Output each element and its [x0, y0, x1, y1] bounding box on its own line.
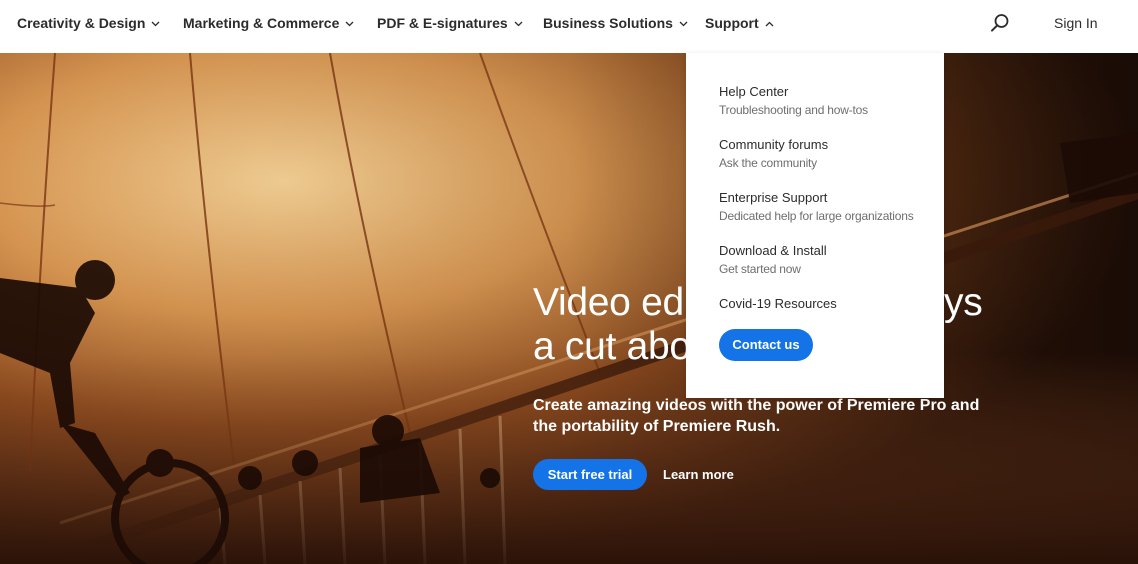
menu-item-title: Help Center	[719, 84, 789, 99]
chevron-down-icon	[514, 0, 523, 45]
menu-item-description: Ask the community	[719, 156, 817, 170]
chevron-down-icon	[679, 0, 688, 45]
menu-item-download-install[interactable]: Download & Install Get started now	[719, 242, 827, 277]
menu-item-title: Covid-19 Resources	[719, 296, 837, 311]
page: Creativity & Design Marketing & Commerce…	[0, 0, 1138, 564]
nav-support[interactable]: Support	[705, 0, 774, 46]
chevron-up-icon	[765, 0, 774, 45]
nav-item-label: Support	[705, 15, 759, 31]
headline-line-1-end: ys	[944, 281, 983, 324]
hero-banner: Video ed ys a cut abo Create amazing vide…	[0, 53, 1138, 564]
nav-item-label: PDF & E-signatures	[377, 15, 508, 31]
nav-pdf-esignatures[interactable]: PDF & E-signatures	[377, 0, 523, 46]
nav-item-label: Business Solutions	[543, 15, 673, 31]
nav-item-label: Creativity & Design	[17, 15, 146, 31]
menu-item-covid-resources[interactable]: Covid-19 Resources	[719, 295, 837, 312]
nav-business-solutions[interactable]: Business Solutions	[543, 0, 688, 46]
hero-subtitle: Create amazing videos with the power of …	[533, 397, 980, 435]
top-navigation: Creativity & Design Marketing & Commerce…	[0, 0, 1138, 53]
menu-item-title: Download & Install	[719, 243, 827, 258]
menu-item-description: Troubleshooting and how-tos	[719, 103, 868, 117]
sign-in-link[interactable]: Sign In	[1054, 0, 1098, 46]
headline-line-1-start: Video ed	[533, 281, 684, 324]
menu-item-help-center[interactable]: Help Center Troubleshooting and how-tos	[719, 83, 868, 118]
menu-item-title: Enterprise Support	[719, 190, 828, 205]
search-icon[interactable]	[990, 13, 1010, 33]
menu-item-description: Dedicated help for large organizations	[719, 209, 914, 223]
start-free-trial-button[interactable]: Start free trial	[533, 459, 647, 490]
chevron-down-icon	[345, 0, 354, 45]
menu-item-enterprise-support[interactable]: Enterprise Support Dedicated help for la…	[719, 189, 914, 224]
menu-item-title: Community forums	[719, 137, 829, 152]
nav-marketing-commerce[interactable]: Marketing & Commerce	[183, 0, 354, 46]
contact-us-button[interactable]: Contact us	[719, 329, 813, 361]
menu-item-description: Get started now	[719, 262, 801, 276]
support-dropdown-menu: Help Center Troubleshooting and how-tos …	[686, 53, 944, 398]
nav-creativity-design[interactable]: Creativity & Design	[17, 0, 160, 46]
chevron-down-icon	[151, 0, 160, 45]
menu-item-community-forums[interactable]: Community forums Ask the community	[719, 136, 828, 171]
learn-more-link[interactable]: Learn more	[663, 459, 734, 490]
nav-item-label: Marketing & Commerce	[183, 15, 340, 31]
